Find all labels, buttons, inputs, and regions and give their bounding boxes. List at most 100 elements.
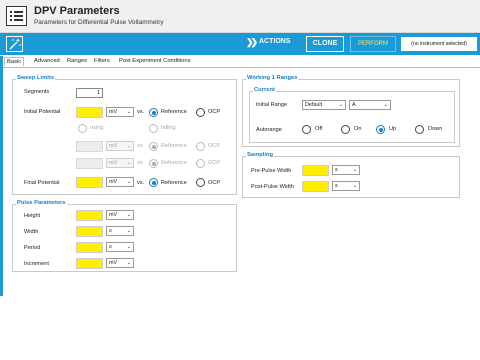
- initial-range-unit: A: [352, 102, 356, 108]
- magic-wand-button[interactable]: [6, 36, 23, 52]
- tab-post-experiment-conditions[interactable]: Post Experiment Conditions: [117, 57, 193, 65]
- width-label: Width: [24, 229, 39, 235]
- falling-radio[interactable]: [149, 124, 158, 133]
- chevron-down-icon: ⌄: [352, 183, 357, 189]
- initial-potential-label: Initial Potential: [24, 109, 61, 115]
- tab-filters[interactable]: Filters: [92, 57, 112, 65]
- period-input[interactable]: [76, 242, 103, 253]
- vertex2-ocp-label: OCP: [208, 160, 221, 166]
- final-reference-radio[interactable]: [149, 178, 158, 187]
- unit-value: s: [335, 167, 338, 173]
- chevron-down-icon: ⌄: [126, 179, 131, 185]
- vertex1-potential-input[interactable]: [76, 141, 103, 152]
- vertex2-reference-label: Reference: [161, 160, 187, 166]
- vertex1-unit-select[interactable]: mV ⌄: [106, 141, 134, 151]
- initial-ocp-label: OCP: [208, 109, 221, 115]
- tab-basic[interactable]: Basic: [4, 57, 25, 66]
- chevron-down-icon: ⌄: [126, 143, 131, 149]
- post-pulse-width-unit-select[interactable]: s ⌄: [332, 181, 360, 191]
- perform-button[interactable]: PERFORM: [350, 36, 396, 52]
- vs-label: vs.: [137, 180, 145, 186]
- initial-potential-input[interactable]: [76, 107, 103, 118]
- chevron-down-icon: ⌄: [126, 244, 131, 250]
- autorange-label: Autorange: [256, 127, 282, 133]
- vertex2-potential-input[interactable]: [76, 158, 103, 169]
- post-pulse-width-label: Post-Pulse Width: [251, 184, 294, 190]
- rising-radio[interactable]: [78, 124, 87, 133]
- vertex1-reference-radio[interactable]: [149, 142, 158, 151]
- unit-value: s: [335, 183, 338, 189]
- vs-label: vs.: [137, 143, 145, 149]
- unit-value: mV: [109, 212, 118, 218]
- increment-input[interactable]: [76, 258, 103, 269]
- initial-reference-label: Reference: [161, 109, 187, 115]
- initial-reference-radio[interactable]: [149, 108, 158, 117]
- pre-pulse-width-input[interactable]: [302, 165, 329, 176]
- chevron-down-icon: ⌄: [126, 260, 131, 266]
- chevron-down-icon: ⌄: [352, 167, 357, 173]
- sampling-group: [242, 156, 460, 198]
- increment-label: Increment: [24, 261, 49, 267]
- unit-value: mV: [109, 109, 118, 115]
- chevron-down-icon: ⌄: [383, 102, 388, 108]
- width-input[interactable]: [76, 226, 103, 237]
- height-label: Height: [24, 213, 41, 219]
- working-ranges-title: Working 1 Ranges: [246, 75, 299, 81]
- segments-label: Segments: [24, 89, 50, 95]
- vertex2-reference-radio[interactable]: [149, 159, 158, 168]
- list-icon: [6, 6, 27, 26]
- clone-button[interactable]: CLONE: [306, 36, 344, 52]
- vs-label: vs.: [137, 160, 145, 166]
- autorange-on-radio[interactable]: [341, 125, 350, 134]
- unit-value: s: [109, 228, 112, 234]
- pre-pulse-width-label: Pre-Pulse Width: [251, 168, 292, 174]
- unit-value: mV: [109, 260, 118, 266]
- tab-ranges[interactable]: Ranges: [65, 57, 89, 65]
- magic-wand-icon: [9, 38, 21, 50]
- vertex1-reference-label: Reference: [161, 143, 187, 149]
- vertex2-ocp-radio[interactable]: [196, 159, 205, 168]
- tab-advanced[interactable]: Advanced: [32, 57, 62, 65]
- pre-pulse-width-unit-select[interactable]: s ⌄: [332, 165, 360, 175]
- rising-label: rising: [90, 125, 104, 131]
- chevron-down-icon: ⌄: [338, 102, 343, 108]
- sampling-title: Sampling: [246, 152, 275, 158]
- autorange-down-radio[interactable]: [415, 125, 424, 134]
- page-subtitle: Parameters for Differential Pulse Voltam…: [34, 19, 164, 26]
- initial-range-label: Initial Range: [256, 102, 288, 108]
- chevron-down-icon: ⌄: [126, 109, 131, 115]
- vertex2-unit-select[interactable]: mV ⌄: [106, 158, 134, 168]
- initial-ocp-radio[interactable]: [196, 108, 205, 117]
- post-pulse-width-input[interactable]: [302, 181, 329, 192]
- autorange-up-label: Up: [389, 126, 397, 132]
- segments-input[interactable]: 1: [76, 88, 103, 98]
- initial-range-unit-select[interactable]: A ⌄: [349, 100, 391, 110]
- period-label: Period: [24, 245, 41, 251]
- autorange-up-radio[interactable]: [376, 125, 385, 134]
- left-accent-strip: [0, 56, 3, 296]
- period-unit-select[interactable]: s ⌄: [106, 242, 134, 252]
- height-input[interactable]: [76, 210, 103, 221]
- page-title: DPV Parameters: [34, 5, 120, 17]
- chevron-down-icon: ⌄: [126, 160, 131, 166]
- final-potential-input[interactable]: [76, 177, 103, 188]
- final-ocp-radio[interactable]: [196, 178, 205, 187]
- final-reference-label: Reference: [161, 180, 187, 186]
- double-chevron-right-icon: ❯❯: [246, 37, 258, 47]
- autorange-down-label: Down: [428, 126, 443, 132]
- initial-range-select[interactable]: Default ⌄: [302, 100, 346, 110]
- increment-unit-select[interactable]: mV ⌄: [106, 258, 134, 268]
- final-potential-unit-select[interactable]: mV ⌄: [106, 177, 134, 187]
- initial-potential-unit-select[interactable]: mV ⌄: [106, 107, 134, 117]
- instrument-selector[interactable]: (no instrument selected): [401, 37, 477, 51]
- vs-label: vs.: [137, 109, 145, 115]
- width-unit-select[interactable]: s ⌄: [106, 226, 134, 236]
- height-unit-select[interactable]: mV ⌄: [106, 210, 134, 220]
- final-potential-label: Final Potential: [24, 180, 60, 186]
- vertex1-ocp-radio[interactable]: [196, 142, 205, 151]
- autorange-off-radio[interactable]: [302, 125, 311, 134]
- chevron-down-icon: ⌄: [126, 228, 131, 234]
- final-ocp-label: OCP: [208, 180, 221, 186]
- autorange-on-label: On: [354, 126, 362, 132]
- current-group: [249, 91, 455, 143]
